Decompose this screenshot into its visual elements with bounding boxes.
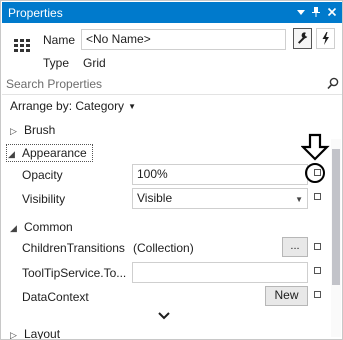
search-icon[interactable] bbox=[327, 77, 339, 90]
dropdown-arrow-icon[interactable] bbox=[294, 4, 308, 20]
search-input[interactable] bbox=[6, 75, 316, 93]
category-brush[interactable]: ▷ Brush bbox=[10, 123, 55, 137]
expand-triangle-icon: ▷ bbox=[10, 330, 17, 340]
category-label: Common bbox=[24, 220, 73, 234]
close-icon[interactable] bbox=[325, 4, 339, 20]
property-name-visibility: Visibility bbox=[22, 192, 66, 206]
type-value: Grid bbox=[83, 56, 106, 70]
scrollbar-thumb[interactable] bbox=[332, 149, 340, 285]
category-common[interactable]: ◢ Common bbox=[10, 220, 73, 234]
pin-icon[interactable] bbox=[309, 4, 323, 20]
chevron-down-icon: ▼ bbox=[295, 195, 303, 204]
annotation-circle bbox=[305, 163, 325, 183]
category-layout[interactable]: ▷ Layout bbox=[10, 327, 61, 340]
show-more-chevron-icon[interactable] bbox=[157, 310, 171, 322]
wrench-icon bbox=[298, 32, 308, 44]
tooltip-input[interactable] bbox=[132, 262, 308, 283]
collapse-triangle-icon: ◢ bbox=[10, 223, 17, 233]
category-label: Brush bbox=[24, 123, 56, 137]
lightning-icon bbox=[322, 32, 329, 45]
panel-title: Properties bbox=[8, 6, 63, 20]
grid-icon bbox=[14, 39, 30, 53]
category-label: Layout bbox=[24, 327, 61, 340]
category-appearance[interactable]: ◢ Appearance bbox=[6, 144, 93, 162]
properties-view-button[interactable] bbox=[293, 28, 312, 49]
advanced-options-marker[interactable] bbox=[314, 267, 321, 274]
visibility-select[interactable]: Visible ▼ bbox=[132, 188, 308, 209]
visibility-value: Visible bbox=[137, 191, 173, 205]
children-transitions-value: (Collection) bbox=[133, 241, 194, 255]
edit-collection-button[interactable]: ... bbox=[282, 237, 308, 257]
properties-panel: Properties Name <No Name> Type Grid Sear… bbox=[0, 0, 343, 340]
advanced-options-marker[interactable] bbox=[314, 291, 321, 298]
collapse-triangle-icon: ◢ bbox=[8, 149, 15, 159]
arrange-by-label: Arrange by: Category bbox=[10, 99, 125, 113]
opacity-input[interactable]: 100% bbox=[132, 164, 308, 185]
property-name-tooltip: ToolTipService.To... bbox=[22, 266, 127, 280]
advanced-options-marker[interactable] bbox=[314, 243, 321, 250]
arrange-by-dropdown[interactable]: Arrange by: Category ▼ bbox=[10, 99, 136, 113]
property-name-children-transitions: ChildrenTransitions bbox=[22, 241, 125, 255]
name-label: Name bbox=[43, 33, 76, 47]
property-name-datacontext: DataContext bbox=[22, 290, 89, 304]
expand-triangle-icon: ▷ bbox=[10, 126, 17, 136]
advanced-options-marker[interactable] bbox=[314, 193, 321, 200]
title-bar: Properties bbox=[2, 2, 342, 23]
chevron-down-icon: ▼ bbox=[128, 102, 136, 111]
new-datacontext-button[interactable]: New bbox=[265, 286, 308, 306]
events-view-button[interactable] bbox=[316, 28, 335, 49]
name-field[interactable]: <No Name> bbox=[81, 29, 286, 50]
search-bar bbox=[2, 73, 342, 95]
type-label: Type bbox=[43, 56, 70, 70]
property-name-opacity: Opacity bbox=[22, 168, 63, 182]
annotation-arrow-icon bbox=[301, 133, 330, 161]
category-label: Appearance bbox=[22, 146, 87, 160]
